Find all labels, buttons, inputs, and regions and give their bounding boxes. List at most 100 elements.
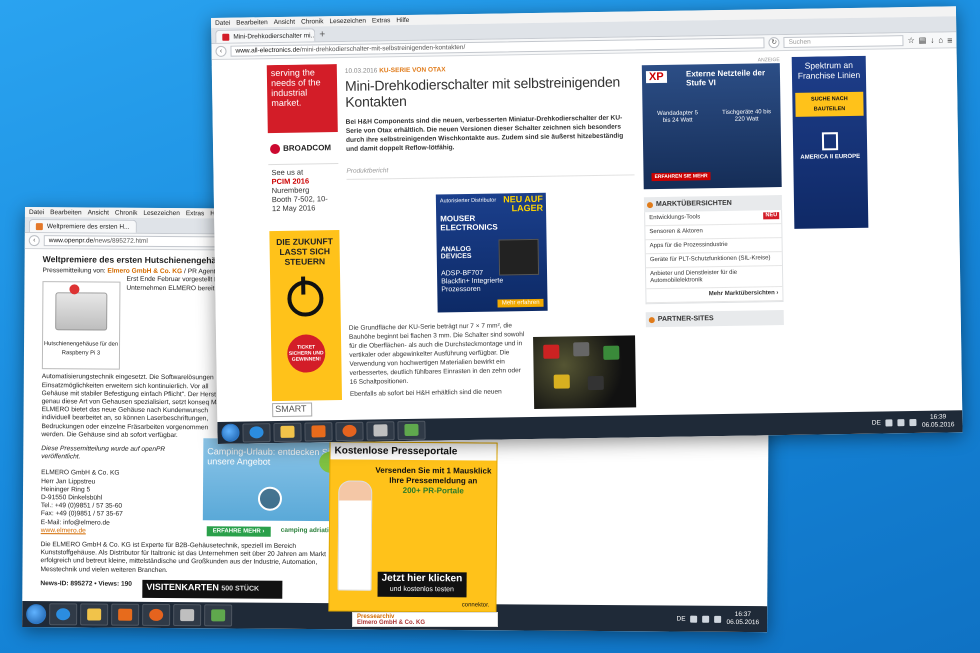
zukunft-ad[interactable]: DIE ZUKUNFT LASST SICH STEUERN TICKET SI… [269,230,343,402]
network-icon[interactable] [702,615,710,623]
clock[interactable]: 16:39 06.05.2016 [922,413,955,430]
bookmarks-icon[interactable]: ▤ [919,36,927,45]
download-icon[interactable]: ↓ [930,36,934,45]
menu-bearbeiten[interactable]: Bearbeiten [236,19,268,26]
xp-wandadapter: Wandadapter 5 bis 24 Watt [657,110,699,124]
mouser-button[interactable]: Mehr erfahren [497,298,544,308]
taskbar-paint-icon[interactable] [204,604,233,627]
list-item[interactable]: Anbieter und Dienstleister für die Autom… [645,266,783,290]
taskbar-app-icon[interactable] [173,604,202,627]
product-image[interactable]: Hutschienengehäuse für den Raspberry Pi … [41,281,121,371]
language-indicator[interactable]: DE [872,419,881,426]
housing-image-icon [55,292,108,331]
meta-org-link[interactable]: Elmero GmbH & Co. KG [107,268,182,276]
pressearchiv-org[interactable]: Elmero GmbH & Co. KG [357,620,425,626]
marktuebersichten-list: Entwicklungs-Tools NEU Sensoren & Aktoren… [644,210,784,305]
presseportale-cta[interactable]: Jetzt hier klicken und kostenlos testen [377,571,467,598]
article-body: Die Grundfläche der KU-Serie beträgt nur… [348,322,525,386]
volume-icon[interactable] [714,615,722,623]
menu-extras[interactable]: Extras [372,17,391,24]
menu-ansicht[interactable]: Ansicht [88,209,109,216]
flag-icon[interactable] [885,418,893,426]
menu-bearbeiten[interactable]: Bearbeiten [50,209,82,216]
clock[interactable]: 16:37 06.05.2016 [727,611,760,627]
xp-button[interactable]: ERFAHREN SIE MEHR [651,172,711,182]
marktuebersichten-title: MARKTÜBERSICHTEN [655,199,732,209]
front-browser-window: Datei Bearbeiten Ansicht Chronik Lesezei… [211,6,963,444]
taskbar-explorer-icon[interactable] [273,422,302,442]
menu-chronik[interactable]: Chronik [115,209,137,216]
america-ad-button[interactable]: SUCHE NACH BAUTEILEN [795,91,864,117]
presseportale-ad[interactable]: Kostenlose Presseportale Versenden Sie m… [328,441,498,613]
taskbar-explorer-icon[interactable] [80,603,109,626]
url-path: /news/895272.html [93,237,148,245]
back-arrow-icon[interactable]: ‹ [28,235,40,247]
menu-datei[interactable]: Datei [215,19,230,26]
paragraph-4: Diese Pressemitteilung wurde auf openPR … [41,445,166,461]
left-ad-column: serving the needs of the industrial mark… [266,64,343,421]
connektor-brand: connektor. [461,602,490,609]
taskbar-firefox-icon[interactable] [335,421,364,441]
start-button-icon[interactable] [221,423,240,442]
paragraph-2: Automatisierungstechnik eingesetzt. Die … [41,373,230,407]
tab-title: Weltpremiere des ersten H... [46,222,130,231]
broadcom-ad[interactable]: BROADCOM [267,132,339,166]
article-category[interactable]: KU-SERIE VON OTAX [379,66,445,74]
cta-main: Jetzt hier klicken [381,572,463,585]
switch-yellow-icon [553,374,570,389]
menu-datei[interactable]: Datei [29,209,44,216]
switch-red-icon [543,344,560,359]
menu-extras[interactable]: Extras [186,210,204,217]
pcim-ad[interactable]: See us at PCIM 2016 Nuremberg Booth 7-50… [268,164,339,231]
taskbar-ie-icon[interactable] [49,603,78,626]
switch-product-image[interactable] [533,335,637,409]
system-tray: DE 16:39 06.05.2016 [872,413,963,430]
menu-chronik[interactable]: Chronik [301,18,324,25]
new-tab-icon[interactable]: + [315,28,329,41]
camping-ad-button[interactable]: ERFAHRE MEHR › [206,526,271,537]
reload-icon[interactable]: ↻ [768,37,780,49]
red-ad[interactable]: serving the needs of the industrial mark… [266,64,338,134]
taskbar-media-icon[interactable] [111,603,140,626]
xp-logo: XP [645,70,667,84]
mouser-ad[interactable]: Autorisierter Distributor NEU AUF LAGER … [435,192,548,313]
home-icon[interactable]: ⌂ [938,36,943,45]
menu-ansicht[interactable]: Ansicht [274,18,295,25]
tab-all-electronics[interactable]: Mini-Drehkodierschalter mi... × [215,28,316,43]
businessman-image [337,480,373,591]
visitenkarten-ad[interactable]: VISITENKARTEN 500 STÜCK [142,579,283,599]
pressearchiv-box: Pressearchiv Elmero GmbH & Co. KG [352,612,498,627]
taskbar-app-icon[interactable] [366,420,395,441]
more-link[interactable]: Mehr Marktübersichten › [646,287,783,304]
flag-icon[interactable] [690,615,698,623]
xp-title: Externe Netzteile der Stufe VI [685,68,766,88]
article-title: Mini-Drehkodierschalter mit selbstreinig… [344,73,621,110]
article-date: 10.03.2016 [344,67,378,75]
menu-lesezeichen[interactable]: Lesezeichen [143,209,180,216]
tab-openpr[interactable]: Weltpremiere des ersten H... [28,219,137,233]
play-icon[interactable] [257,486,283,511]
right-sidebar: ANZEIGE XP Externe Netzteile der Stufe V… [641,57,786,415]
mouser-brand: MOUSER ELECTRONICS [440,213,498,233]
taskbar-paint-icon[interactable] [397,420,426,440]
bookmark-star-icon[interactable]: ☆ [908,36,915,45]
new-badge: NEU [763,212,780,220]
taskbar-ie-icon[interactable] [242,422,271,443]
article-body-2: Ebenfalls ab sofort bei H&H erhältlich s… [349,388,502,398]
menu-hilfe[interactable]: Hilfe [396,16,409,23]
menu-lesezeichen[interactable]: Lesezeichen [329,17,366,25]
start-button-icon[interactable] [26,604,47,625]
america-ii-ad[interactable]: Spektrum an Franchise Linien SUCHE NACH … [791,55,869,229]
switch-grey-icon [573,342,590,357]
visitenkarten-title: VISITENKARTEN [146,581,219,593]
xp-power-ad[interactable]: XP Externe Netzteile der Stufe VI Wandad… [641,63,782,190]
taskbar-media-icon[interactable] [304,421,333,442]
volume-icon[interactable] [909,418,917,426]
menu-icon[interactable]: ≡ [947,35,952,45]
search-input[interactable]: Suchen [783,35,904,49]
language-indicator[interactable]: DE [677,615,686,622]
back-arrow-icon[interactable]: ‹ [215,45,227,57]
image-caption: Hutschienengehäuse für den Raspberry Pi … [43,341,119,357]
taskbar-firefox-icon[interactable] [142,603,171,627]
network-icon[interactable] [897,418,905,426]
